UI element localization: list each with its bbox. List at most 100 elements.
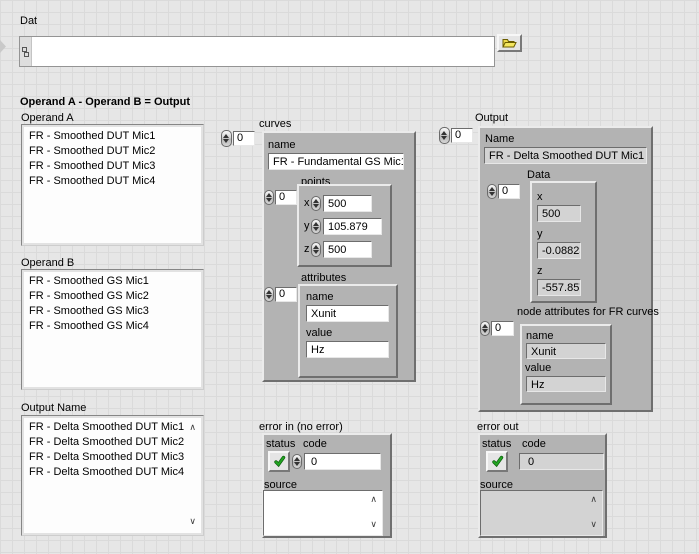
x-field[interactable]: 500 — [323, 195, 372, 212]
increment-icon[interactable] — [489, 187, 495, 191]
output-name-listbox[interactable]: FR - Delta Smoothed DUT Mic1FR - Delta S… — [21, 415, 204, 536]
output-index-spinner[interactable] — [439, 127, 450, 144]
decrement-icon[interactable] — [294, 462, 300, 466]
open-folder-icon — [502, 38, 517, 48]
decrement-icon[interactable] — [482, 329, 488, 333]
output-name-field: FR - Delta Smoothed DUT Mic1 — [484, 147, 647, 164]
error-in-code-field[interactable]: 0 — [304, 453, 381, 470]
z-spinner[interactable] — [311, 242, 321, 257]
points-index-value[interactable]: 0 — [275, 190, 297, 205]
curves-index-value[interactable]: 0 — [233, 131, 255, 146]
node-attribute-value-label: value — [525, 362, 551, 375]
x-spinner[interactable] — [311, 196, 321, 211]
error-out-status-indicator — [486, 451, 508, 472]
scroll-up-icon[interactable]: ∧ — [590, 496, 597, 505]
decrement-icon[interactable] — [266, 295, 272, 299]
data-index-spinner[interactable] — [487, 184, 497, 199]
attribute-value-field[interactable]: Hz — [306, 341, 389, 358]
list-item[interactable]: FR - Delta Smoothed DUT Mic3 — [29, 450, 201, 465]
list-item[interactable]: FR - Smoothed DUT Mic1 — [29, 129, 201, 144]
data-y-label: y — [537, 228, 543, 241]
list-item[interactable]: FR - Smoothed GS Mic2 — [29, 289, 201, 304]
decrement-icon[interactable] — [313, 227, 319, 231]
node-attribute-name-field: Xunit — [526, 343, 606, 359]
node-attribute-name-label: name — [526, 330, 554, 343]
node-attribute-value-field: Hz — [526, 376, 606, 392]
increment-icon[interactable] — [313, 222, 319, 226]
y-field[interactable]: 105.879 — [323, 218, 382, 235]
data-x-field: 500 — [537, 205, 581, 222]
increment-icon[interactable] — [266, 193, 272, 197]
decrement-icon[interactable] — [441, 136, 447, 140]
increment-icon[interactable] — [313, 199, 319, 203]
list-item[interactable]: FR - Smoothed GS Mic1 — [29, 274, 201, 289]
labview-front-panel: Dat Operand A - Operand B = Output Opera… — [0, 0, 699, 554]
node-attributes-label: node attributes for FR curves — [517, 306, 659, 319]
node-attributes-index-spinner[interactable] — [480, 321, 490, 336]
scroll-down-icon[interactable]: ∨ — [370, 521, 377, 530]
decrement-icon[interactable] — [313, 204, 319, 208]
list-item[interactable]: FR - Delta Smoothed DUT Mic4 — [29, 465, 201, 480]
attributes-index-spinner[interactable] — [264, 287, 274, 302]
list-item[interactable]: FR - Smoothed GS Mic4 — [29, 319, 201, 334]
clipped-edge-artifact — [0, 40, 6, 53]
scroll-down-icon[interactable]: ∨ — [189, 518, 196, 527]
path-type-gutter — [20, 37, 32, 66]
error-out-code-field: 0 — [519, 453, 604, 470]
error-in-code-spinner[interactable] — [292, 454, 302, 469]
decrement-icon[interactable] — [489, 192, 495, 196]
scroll-up-icon[interactable]: ∧ — [189, 424, 196, 433]
error-in-source-field[interactable]: ∧ ∨ — [263, 490, 383, 536]
list-item[interactable]: FR - Delta Smoothed DUT Mic1 — [29, 420, 201, 435]
list-item[interactable]: FR - Smoothed DUT Mic3 — [29, 159, 201, 174]
error-out-code-label: code — [522, 438, 546, 451]
list-item[interactable]: FR - Smoothed GS Mic3 — [29, 304, 201, 319]
output-index-value[interactable]: 0 — [451, 128, 473, 143]
scroll-up-icon[interactable]: ∧ — [370, 496, 377, 505]
increment-icon[interactable] — [313, 245, 319, 249]
decrement-icon[interactable] — [223, 139, 229, 143]
curve-name-field[interactable]: FR - Fundamental GS Mic1 — [268, 153, 404, 170]
list-item[interactable]: FR - Delta Smoothed DUT Mic2 — [29, 435, 201, 450]
data-z-label: z — [537, 265, 543, 278]
y-label: y — [304, 220, 310, 233]
data-x-label: x — [537, 191, 543, 204]
section-title: Operand A - Operand B = Output — [20, 96, 190, 109]
node-attributes-index-value[interactable]: 0 — [491, 321, 514, 336]
z-field[interactable]: 500 — [323, 241, 372, 258]
operand-b-listbox[interactable]: FR - Smoothed GS Mic1FR - Smoothed GS Mi… — [21, 269, 204, 390]
list-item[interactable]: FR - Smoothed DUT Mic4 — [29, 174, 201, 189]
list-item[interactable]: FR - Smoothed DUT Mic2 — [29, 144, 201, 159]
data-y-field: -0.08823 — [537, 242, 581, 259]
points-index-spinner[interactable] — [264, 190, 274, 205]
error-in-status-button[interactable] — [268, 451, 290, 472]
browse-button[interactable] — [497, 34, 522, 52]
increment-icon[interactable] — [223, 134, 229, 138]
output-cluster-label: Output — [475, 112, 508, 125]
attribute-name-field[interactable]: Xunit — [306, 305, 389, 322]
data-z-field: -557.857 — [537, 279, 581, 296]
increment-icon[interactable] — [441, 131, 447, 135]
path-glyph-icon — [22, 47, 29, 57]
curve-name-label: name — [268, 139, 296, 152]
output-name-label: Output Name — [21, 402, 86, 415]
increment-icon[interactable] — [294, 457, 300, 461]
x-label: x — [304, 197, 310, 210]
increment-icon[interactable] — [266, 290, 272, 294]
attributes-index-value[interactable]: 0 — [275, 287, 297, 302]
curves-cluster-label: curves — [259, 118, 291, 131]
increment-icon[interactable] — [482, 324, 488, 328]
scroll-down-icon[interactable]: ∨ — [590, 521, 597, 530]
decrement-icon[interactable] — [313, 250, 319, 254]
output-name-field-label: Name — [485, 133, 514, 146]
decrement-icon[interactable] — [266, 198, 272, 202]
error-in-status-label: status — [266, 438, 295, 451]
path-control-label: Dat — [20, 15, 37, 28]
y-spinner[interactable] — [311, 219, 321, 234]
curves-index-spinner[interactable] — [221, 130, 232, 147]
data-index-value[interactable]: 0 — [498, 184, 520, 199]
path-input[interactable] — [19, 36, 495, 67]
error-out-status-label: status — [482, 438, 511, 451]
output-name-list: FR - Delta Smoothed DUT Mic1FR - Delta S… — [24, 418, 201, 533]
operand-a-listbox[interactable]: FR - Smoothed DUT Mic1FR - Smoothed DUT … — [21, 124, 204, 246]
